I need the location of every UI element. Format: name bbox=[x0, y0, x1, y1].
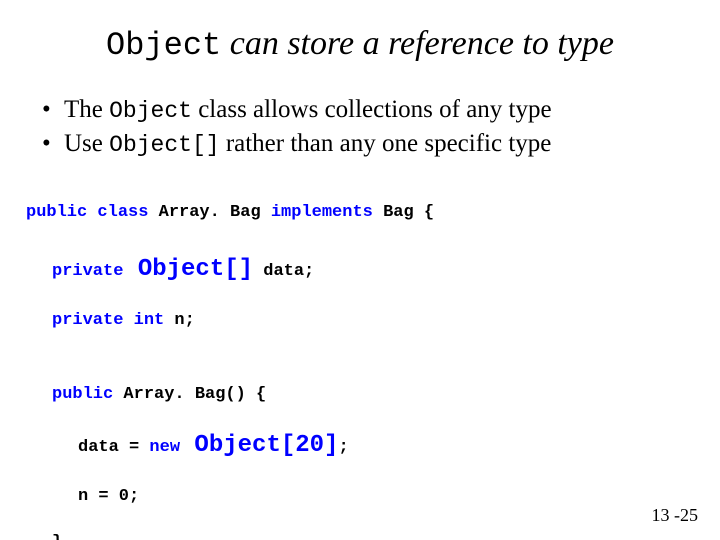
list-item: Use Object[] rather than any one specifi… bbox=[42, 127, 696, 161]
code-line: data = new Object[20]; bbox=[78, 430, 696, 462]
title-rest: can store a reference to type bbox=[221, 25, 614, 62]
code-line: public Array. Bag() { bbox=[52, 384, 696, 407]
code-block: public class Array. Bag implements Bag {… bbox=[26, 179, 696, 540]
bullet-mono: Object bbox=[109, 98, 192, 124]
bullet-pre: Use bbox=[64, 130, 109, 157]
code-line: public class Array. Bag implements Bag { bbox=[26, 203, 434, 222]
page-number: 13 -25 bbox=[652, 505, 699, 526]
code-line: } bbox=[52, 532, 696, 540]
bullet-mono: Object[] bbox=[109, 132, 219, 158]
bullet-pre: The bbox=[64, 96, 109, 123]
code-line: private Object[] data; bbox=[52, 254, 696, 286]
bullet-post: rather than any one specific type bbox=[220, 130, 552, 157]
list-item: The Object class allows collections of a… bbox=[42, 93, 696, 127]
bullet-post: class allows collections of any type bbox=[192, 96, 552, 123]
title-mono: Object bbox=[106, 27, 221, 64]
code-line: n = 0; bbox=[78, 486, 696, 509]
code-line: private int n; bbox=[52, 310, 696, 333]
slide-title: Object can store a reference to type bbox=[24, 24, 696, 65]
bullet-list: The Object class allows collections of a… bbox=[24, 93, 696, 161]
